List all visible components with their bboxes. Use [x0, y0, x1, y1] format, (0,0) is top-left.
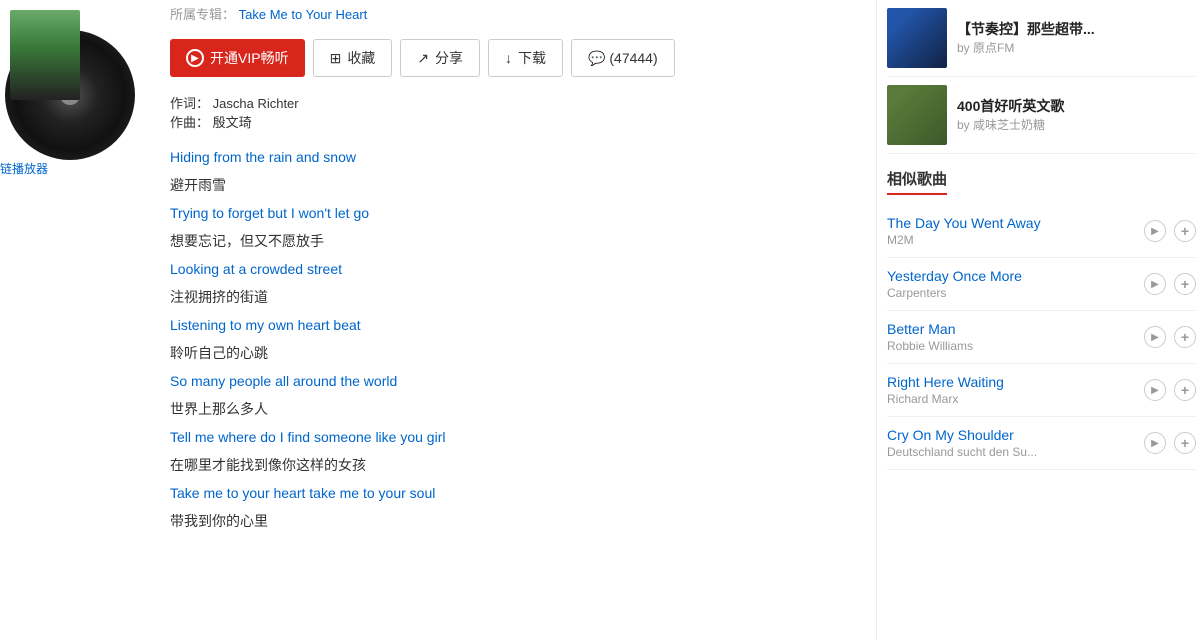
- lyrics-line-zh: 注视拥挤的街道: [170, 283, 876, 311]
- share-button[interactable]: ↗ 分享: [400, 39, 480, 77]
- vip-play-icon: ▶: [186, 49, 204, 67]
- album-photo: [10, 10, 80, 100]
- lyrics-line-en: Take me to your heart take me to your so…: [170, 479, 876, 507]
- action-buttons: ▶ 开通VIP畅听 ⊞ 收藏 ↗ 分享 ↓ 下载 💬 (47444): [170, 39, 876, 77]
- playlist-item-title: 400首好听英文歌: [957, 97, 1196, 117]
- similar-section-title: 相似歌曲: [887, 168, 947, 195]
- similar-song-artist: Robbie Williams: [887, 339, 1144, 353]
- album-art: [0, 0, 140, 160]
- song-play-button[interactable]: ▶: [1144, 273, 1166, 295]
- lyrics-line-zh: 想要忘记，但又不愿放手: [170, 227, 876, 255]
- playlist-item-title: 【节奏控】那些超带...: [957, 20, 1196, 40]
- similar-song-info: Cry On My Shoulder Deutschland sucht den…: [887, 427, 1144, 459]
- playlist-item-author: by 原点FM: [957, 39, 1196, 56]
- lyrics-line-en: So many people all around the world: [170, 367, 876, 395]
- similar-songs-list: The Day You Went Away M2M ▶ + Yesterday …: [887, 205, 1196, 470]
- playlist-thumb: [887, 8, 947, 68]
- album-label: 所属专辑： Take Me to Your Heart: [170, 4, 876, 23]
- chain-link-button[interactable]: 链播放器: [0, 160, 48, 177]
- lyrics-section: Hiding from the rain and snow避开雨雪Trying …: [170, 143, 876, 535]
- right-panel: 【节奏控】那些超带... by 原点FM 400首好听英文歌 by 咸味芝士奶糖…: [876, 0, 1196, 640]
- similar-song-info: Yesterday Once More Carpenters: [887, 268, 1144, 300]
- comment-button[interactable]: 💬 (47444): [571, 39, 675, 77]
- similar-song-title: Better Man: [887, 321, 1144, 337]
- song-controls: ▶ +: [1144, 432, 1196, 454]
- share-icon: ↗: [417, 50, 429, 67]
- download-button[interactable]: ↓ 下载: [488, 39, 563, 77]
- lyrics-line-zh: 带我到你的心里: [170, 507, 876, 535]
- similar-song-title: Right Here Waiting: [887, 374, 1144, 390]
- collect-button[interactable]: ⊞ 收藏: [313, 39, 393, 77]
- similar-song-artist: Richard Marx: [887, 392, 1144, 406]
- lyrics-line-en: Looking at a crowded street: [170, 255, 876, 283]
- song-play-button[interactable]: ▶: [1144, 220, 1166, 242]
- similar-song-item[interactable]: Right Here Waiting Richard Marx ▶ +: [887, 364, 1196, 417]
- song-add-button[interactable]: +: [1174, 326, 1196, 348]
- lyrics-line-zh: 世界上那么多人: [170, 395, 876, 423]
- similar-song-info: Better Man Robbie Williams: [887, 321, 1144, 353]
- lyrics-line-zh: 聆听自己的心跳: [170, 339, 876, 367]
- composer-line: 作曲： 殷文琦: [170, 112, 876, 131]
- playlist-item-author: by 咸味芝士奶糖: [957, 116, 1196, 133]
- lyrics-line-zh: 避开雨雪: [170, 171, 876, 199]
- similar-song-title: Yesterday Once More: [887, 268, 1144, 284]
- comment-icon: 💬: [588, 50, 605, 66]
- song-play-button[interactable]: ▶: [1144, 379, 1166, 401]
- similar-song-item[interactable]: Better Man Robbie Williams ▶ +: [887, 311, 1196, 364]
- lyrics-meta: 作词： Jascha Richter 作曲： 殷文琦: [170, 93, 876, 131]
- album-info: 所属专辑： Take Me to Your Heart: [170, 0, 876, 23]
- song-controls: ▶ +: [1144, 273, 1196, 295]
- lyrics-line-en: Tell me where do I find someone like you…: [170, 423, 876, 451]
- song-controls: ▶ +: [1144, 220, 1196, 242]
- collect-icon: ⊞: [330, 50, 342, 67]
- section-divider: 相似歌曲: [887, 164, 1196, 199]
- lyrics-line-zh: 在哪里才能找到像你这样的女孩: [170, 451, 876, 479]
- similar-song-item[interactable]: Cry On My Shoulder Deutschland sucht den…: [887, 417, 1196, 470]
- song-add-button[interactable]: +: [1174, 432, 1196, 454]
- similar-song-info: Right Here Waiting Richard Marx: [887, 374, 1144, 406]
- song-controls: ▶ +: [1144, 326, 1196, 348]
- album-link[interactable]: Take Me to Your Heart: [239, 7, 368, 22]
- song-add-button[interactable]: +: [1174, 273, 1196, 295]
- similar-song-artist: M2M: [887, 233, 1144, 247]
- song-play-button[interactable]: ▶: [1144, 432, 1166, 454]
- lyrics-line-en: Trying to forget but I won't let go: [170, 199, 876, 227]
- vip-button[interactable]: ▶ 开通VIP畅听: [170, 39, 305, 77]
- similar-song-item[interactable]: The Day You Went Away M2M ▶ +: [887, 205, 1196, 258]
- download-icon: ↓: [505, 50, 512, 66]
- song-add-button[interactable]: +: [1174, 220, 1196, 242]
- similar-song-artist: Carpenters: [887, 286, 1144, 300]
- playlist-item[interactable]: 【节奏控】那些超带... by 原点FM: [887, 0, 1196, 77]
- lyrics-line-en: Hiding from the rain and snow: [170, 143, 876, 171]
- similar-song-item[interactable]: Yesterday Once More Carpenters ▶ +: [887, 258, 1196, 311]
- song-controls: ▶ +: [1144, 379, 1196, 401]
- similar-song-title: Cry On My Shoulder: [887, 427, 1144, 443]
- similar-song-artist: Deutschland sucht den Su...: [887, 445, 1144, 459]
- song-play-button[interactable]: ▶: [1144, 326, 1166, 348]
- lyrics-line-en: Listening to my own heart beat: [170, 311, 876, 339]
- similar-song-info: The Day You Went Away M2M: [887, 215, 1144, 247]
- playlist-item-info: 400首好听英文歌 by 咸味芝士奶糖: [957, 97, 1196, 134]
- lyricist-line: 作词： Jascha Richter: [170, 93, 876, 112]
- playlist-item[interactable]: 400首好听英文歌 by 咸味芝士奶糖: [887, 77, 1196, 154]
- playlist-thumb: [887, 85, 947, 145]
- song-add-button[interactable]: +: [1174, 379, 1196, 401]
- playlist-thumbs: 【节奏控】那些超带... by 原点FM 400首好听英文歌 by 咸味芝士奶糖: [887, 0, 1196, 154]
- playlist-item-info: 【节奏控】那些超带... by 原点FM: [957, 20, 1196, 57]
- similar-song-title: The Day You Went Away: [887, 215, 1144, 231]
